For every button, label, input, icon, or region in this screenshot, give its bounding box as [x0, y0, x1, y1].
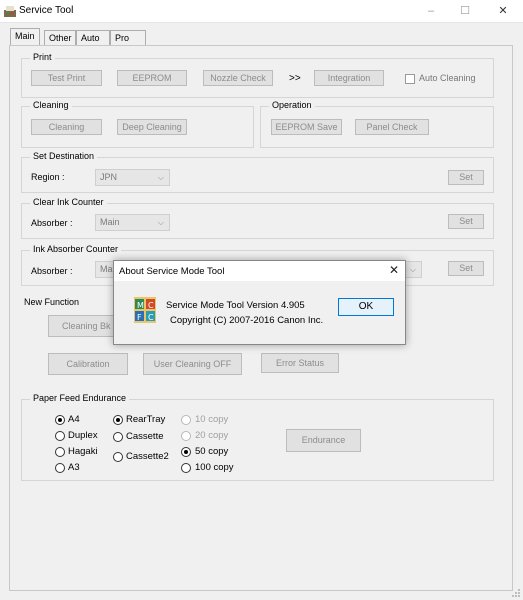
- ink-absorber-set-button[interactable]: Set: [448, 261, 484, 276]
- radio-hagaki-label: Hagaki: [68, 446, 98, 457]
- svg-text:M: M: [137, 301, 144, 310]
- radio-a3[interactable]: [55, 463, 65, 473]
- about-copyright-text: Copyright (C) 2007-2016 Canon Inc.: [170, 315, 324, 326]
- tab-auto[interactable]: Auto: [76, 30, 110, 46]
- radio-a3-label: A3: [68, 462, 80, 473]
- radio-50-copy-label: 50 copy: [195, 446, 229, 457]
- radio-a4-label: A4: [68, 414, 80, 425]
- print-group-label: Print: [30, 52, 55, 62]
- chevron-down-icon: ⌵: [409, 265, 416, 274]
- region-select-value: JPN: [100, 172, 118, 182]
- ink-absorber-value: Ma: [100, 264, 113, 274]
- radio-20-copy-label: 20 copy: [195, 430, 229, 441]
- cleaning-bk-button[interactable]: Cleaning Bk: [48, 315, 118, 337]
- minimize-button[interactable]: –: [416, 2, 446, 20]
- radio-hagaki[interactable]: [55, 447, 65, 457]
- radio-10-copy-label: 10 copy: [195, 414, 229, 425]
- region-set-button[interactable]: Set: [448, 170, 484, 185]
- cleaning-button[interactable]: Cleaning: [31, 119, 102, 135]
- resize-grip-icon[interactable]: [511, 588, 521, 598]
- radio-selected-dot: [184, 450, 188, 454]
- svg-text:C: C: [148, 313, 154, 322]
- panel-check-button[interactable]: Panel Check: [355, 119, 429, 135]
- tab-other[interactable]: Other: [44, 30, 76, 46]
- chevron-down-icon: ⌵: [157, 173, 164, 182]
- set-destination-label: Set Destination: [30, 151, 98, 161]
- region-label: Region :: [31, 172, 65, 182]
- clear-absorber-label: Absorber :: [31, 218, 73, 228]
- service-tool-logo-icon: M C F C: [134, 297, 156, 323]
- about-dialog-titlebar: About Service Mode Tool ✕: [114, 261, 405, 281]
- endurance-button[interactable]: Endurance: [286, 429, 361, 452]
- about-ok-button[interactable]: OK: [338, 298, 394, 316]
- clear-ink-set-button[interactable]: Set: [448, 214, 484, 229]
- paper-feed-label: Paper Feed Endurance: [30, 393, 130, 403]
- clear-absorber-value: Main: [100, 217, 120, 227]
- integration-button[interactable]: Integration: [314, 70, 384, 86]
- clear-ink-counter-label: Clear Ink Counter: [30, 197, 107, 207]
- radio-100-copy-label: 100 copy: [195, 462, 234, 473]
- radio-cassette-label: Cassette: [126, 431, 164, 442]
- operation-group-label: Operation: [269, 100, 315, 110]
- radio-duplex-label: Duplex: [68, 430, 98, 441]
- new-function-label: New Function: [24, 297, 80, 307]
- about-version-text: Service Mode Tool Version 4.905: [166, 300, 305, 311]
- svg-text:F: F: [137, 313, 142, 322]
- radio-cassette[interactable]: [113, 432, 123, 442]
- radio-20-copy[interactable]: [181, 431, 191, 441]
- clear-ink-counter-group: Clear Ink Counter: [21, 197, 494, 239]
- auto-cleaning-label: Auto Cleaning: [419, 73, 476, 83]
- nozzle-check-button[interactable]: Nozzle Check: [203, 70, 273, 86]
- radio-selected-dot: [58, 418, 62, 422]
- radio-cassette2-label: Cassette2: [126, 451, 169, 462]
- radio-reartray-label: RearTray: [126, 414, 166, 425]
- tab-pro[interactable]: Pro: [110, 30, 146, 46]
- maximize-button[interactable]: ☐: [450, 2, 480, 20]
- error-status-button[interactable]: Error Status: [261, 353, 339, 373]
- close-button[interactable]: ✕: [488, 2, 518, 20]
- test-print-button[interactable]: Test Print: [31, 70, 102, 86]
- window-titlebar: Service Tool – ☐ ✕: [0, 0, 523, 23]
- clear-absorber-select[interactable]: Main ⌵: [95, 214, 170, 231]
- ink-absorber-counter-label: Ink Absorber Counter: [30, 244, 122, 254]
- deep-cleaning-button[interactable]: Deep Cleaning: [117, 119, 187, 135]
- radio-reartray[interactable]: [113, 415, 123, 425]
- app-icon: [4, 6, 16, 17]
- ink-absorber-label: Absorber :: [31, 266, 73, 276]
- radio-a4[interactable]: [55, 415, 65, 425]
- radio-10-copy[interactable]: [181, 415, 191, 425]
- eeprom-save-button[interactable]: EEPROM Save: [271, 119, 342, 135]
- about-dialog: About Service Mode Tool ✕ M C F C Servic…: [113, 260, 406, 345]
- radio-duplex[interactable]: [55, 431, 65, 441]
- window-title: Service Tool: [19, 5, 74, 16]
- user-cleaning-off-button[interactable]: User Cleaning OFF: [143, 353, 242, 375]
- about-dialog-title: About Service Mode Tool: [119, 266, 225, 277]
- radio-100-copy[interactable]: [181, 463, 191, 473]
- svg-text:C: C: [148, 301, 154, 310]
- set-destination-group: Set Destination: [21, 151, 494, 193]
- radio-selected-dot: [116, 418, 120, 422]
- calibration-button[interactable]: Calibration: [48, 353, 128, 375]
- radio-50-copy[interactable]: [181, 447, 191, 457]
- eeprom-button[interactable]: EEPROM: [117, 70, 187, 86]
- auto-cleaning-checkbox[interactable]: [405, 74, 415, 84]
- arrow-label: >>: [289, 73, 301, 84]
- radio-cassette2[interactable]: [113, 452, 123, 462]
- about-dialog-close-button[interactable]: ✕: [389, 263, 399, 277]
- chevron-down-icon: ⌵: [157, 218, 164, 227]
- region-select[interactable]: JPN ⌵: [95, 169, 170, 186]
- cleaning-group-label: Cleaning: [30, 100, 72, 110]
